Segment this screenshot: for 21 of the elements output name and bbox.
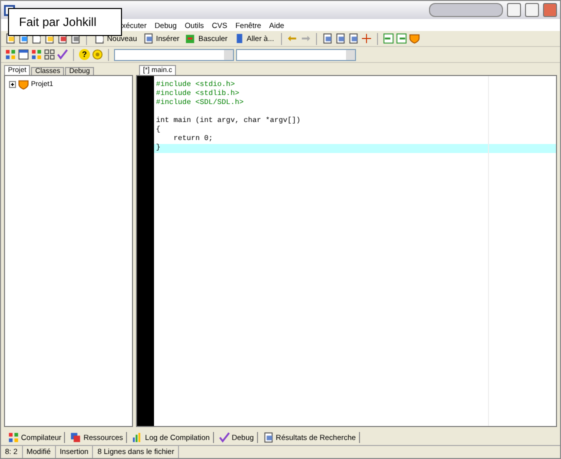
member-dropdown[interactable] — [236, 48, 356, 60]
caption-box: Fait par Johkill — [8, 8, 122, 36]
grid-icon[interactable] — [5, 49, 16, 60]
window-icon[interactable] — [18, 49, 29, 60]
minimize-button[interactable] — [507, 3, 521, 17]
document-icon — [262, 432, 274, 442]
title-bar-widget[interactable] — [429, 3, 503, 17]
check-icon[interactable] — [57, 49, 68, 60]
class-dropdown[interactable] — [114, 48, 234, 60]
project-icon[interactable] — [18, 79, 29, 90]
help-button[interactable]: ? — [79, 49, 90, 60]
document-icon — [143, 33, 154, 44]
grid-icon — [8, 432, 19, 442]
check-icon — [218, 432, 230, 442]
expand-icon[interactable] — [9, 81, 16, 88]
shield-icon[interactable] — [409, 33, 420, 44]
grid-icon[interactable] — [44, 49, 55, 60]
maximize-button[interactable] — [525, 3, 539, 17]
bar-chart-icon — [132, 432, 144, 442]
grid-icon[interactable] — [31, 49, 42, 60]
squares-icon — [70, 432, 82, 442]
